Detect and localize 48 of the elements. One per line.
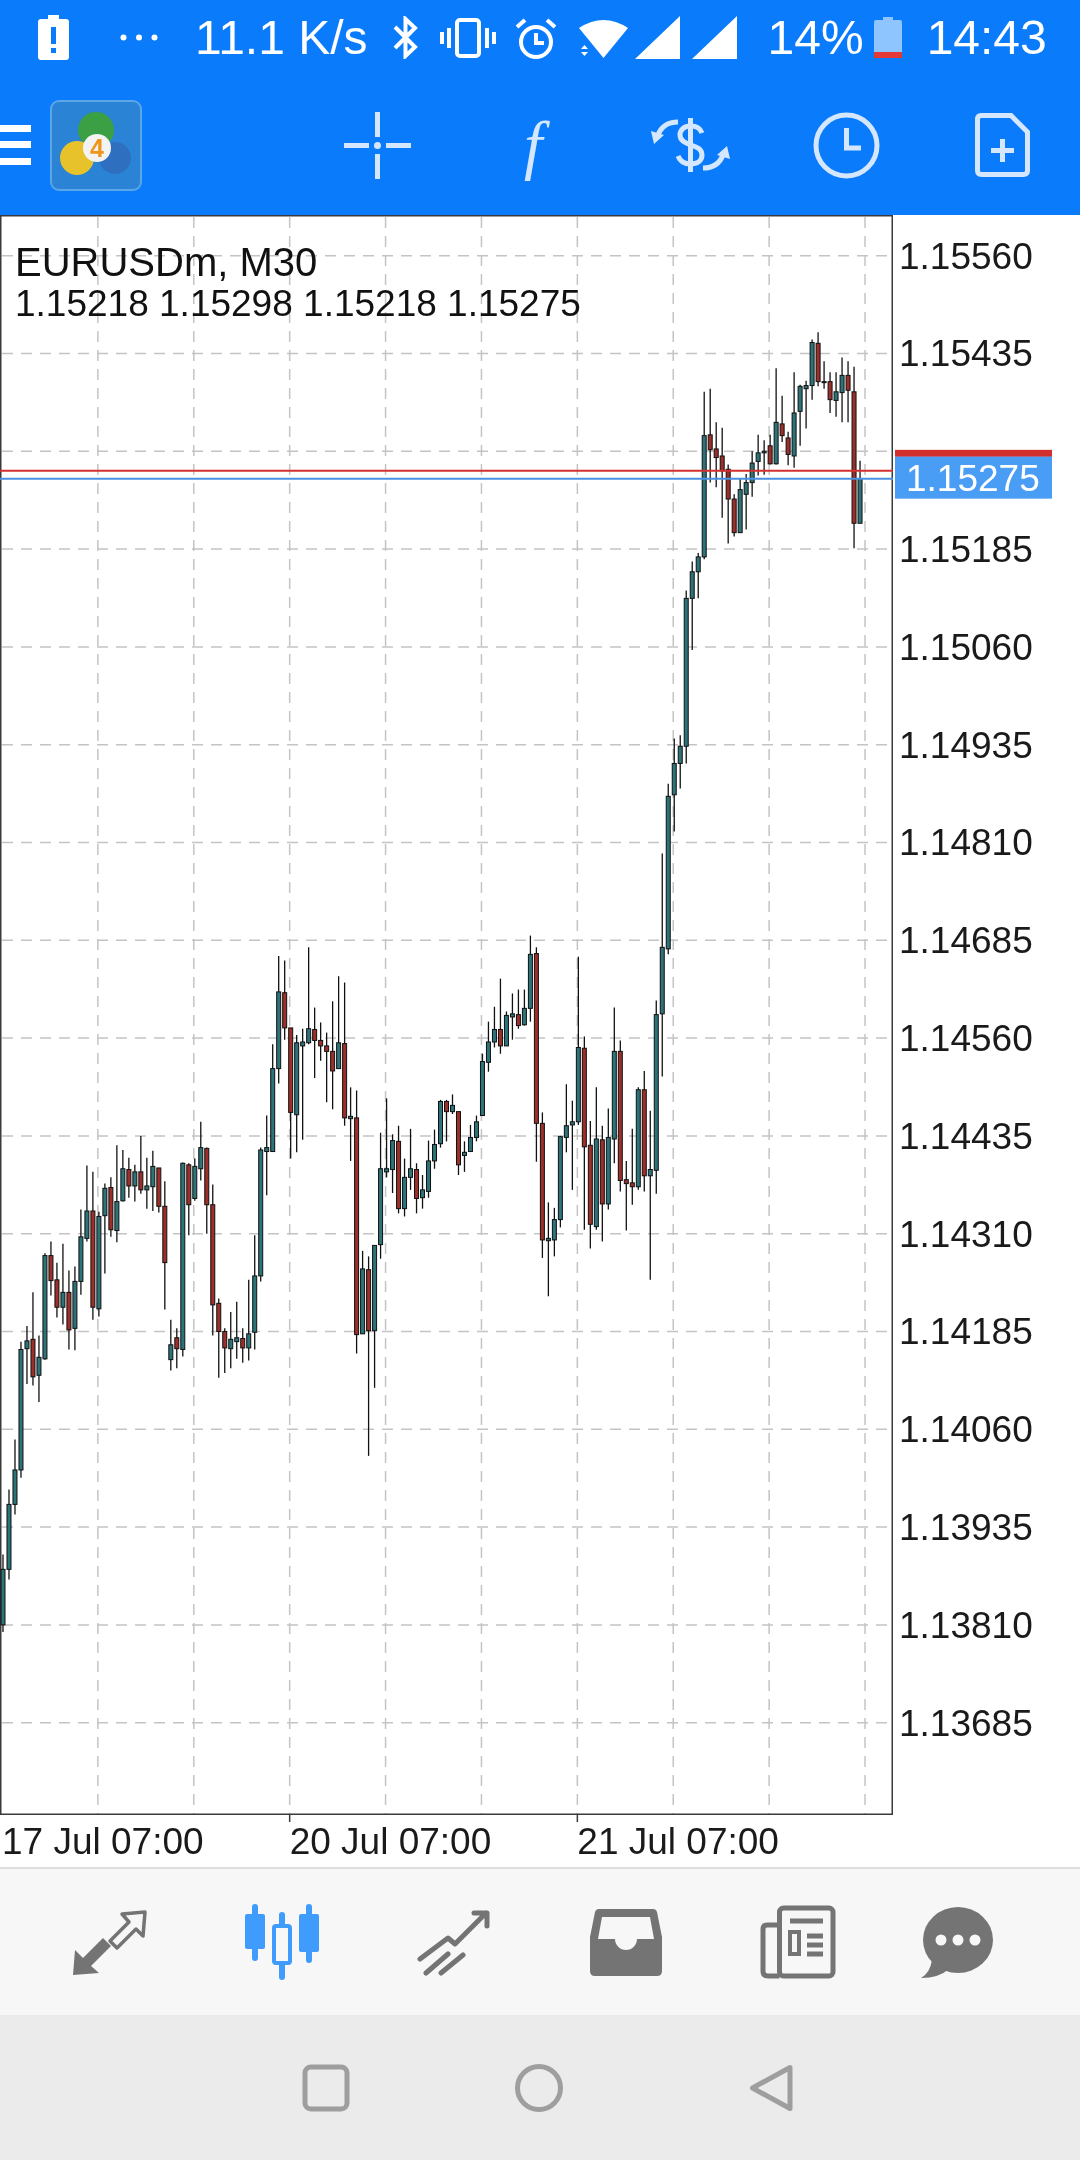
trend-line-icon[interactable] — [417, 1908, 491, 1976]
two-way-arrows-icon[interactable] — [73, 1909, 147, 1975]
chart-symbol-title: EURUSDm, M30 — [15, 240, 318, 284]
price-axis-label: 1.14060 — [899, 1409, 1033, 1451]
price-axis-label: 1.13685 — [899, 1702, 1033, 1744]
newspaper-icon[interactable] — [760, 1905, 836, 1979]
signal-icon — [691, 16, 737, 59]
battery-alert-icon — [38, 15, 69, 60]
clock-time: 14:43 — [926, 9, 1047, 66]
battery-icon — [873, 17, 902, 58]
menu-icon[interactable] — [0, 125, 31, 165]
bluetooth-icon — [391, 16, 419, 59]
price-axis-label: 1.13935 — [899, 1507, 1033, 1549]
new-document-icon[interactable] — [975, 113, 1031, 177]
back-triangle-icon[interactable] — [749, 2063, 793, 2112]
ohlc-values: 1.15218 1.15298 1.15218 1.15275 — [15, 284, 581, 324]
price-axis-label: 1.15435 — [899, 333, 1033, 375]
clock-icon[interactable] — [813, 111, 881, 179]
more-notifications-icon — [120, 34, 158, 41]
battery-percentage: 14% — [767, 9, 864, 66]
time-axis-label: 17 Jul 07:00 — [2, 1821, 204, 1862]
time-axis-label: 21 Jul 07:00 — [577, 1821, 779, 1862]
price-axis-label: 1.14310 — [899, 1213, 1033, 1255]
signal-icon — [634, 16, 680, 59]
network-speed: 11.1 K/s — [195, 9, 368, 66]
price-axis-label: 1.15560 — [899, 235, 1033, 277]
recents-square-icon[interactable] — [302, 2063, 350, 2112]
wifi-icon — [576, 17, 630, 58]
time-axis-label: 20 Jul 07:00 — [289, 1821, 492, 1862]
current-price-tag: 1.15275 — [895, 456, 1052, 499]
home-circle-icon[interactable] — [515, 2063, 563, 2112]
ref-line-label: 1.15275 — [906, 457, 1040, 499]
price-axis-label: 1.15060 — [899, 626, 1033, 668]
vibrate-icon — [439, 17, 496, 58]
price-axis-label: 1.14935 — [899, 724, 1033, 766]
price-axis-label: 1.14685 — [899, 920, 1033, 962]
price-axis-label: 1.15185 — [899, 529, 1033, 571]
price-axis-label: 1.14435 — [899, 1115, 1033, 1157]
price-axis-label: 1.13810 — [899, 1604, 1033, 1646]
function-button[interactable]: f — [510, 109, 557, 181]
candlestick-icon[interactable] — [243, 1904, 321, 1980]
price-axis-label: 1.14185 — [899, 1311, 1033, 1353]
crosshair-icon[interactable] — [344, 111, 411, 179]
price-axis-label: 1.14560 — [899, 1018, 1033, 1060]
price-axis-label: 1.14810 — [899, 822, 1033, 864]
inbox-tray-icon[interactable] — [590, 1908, 662, 1976]
chat-bubble-icon[interactable] — [921, 1906, 993, 1978]
app-logo[interactable]: 4 — [50, 99, 142, 191]
